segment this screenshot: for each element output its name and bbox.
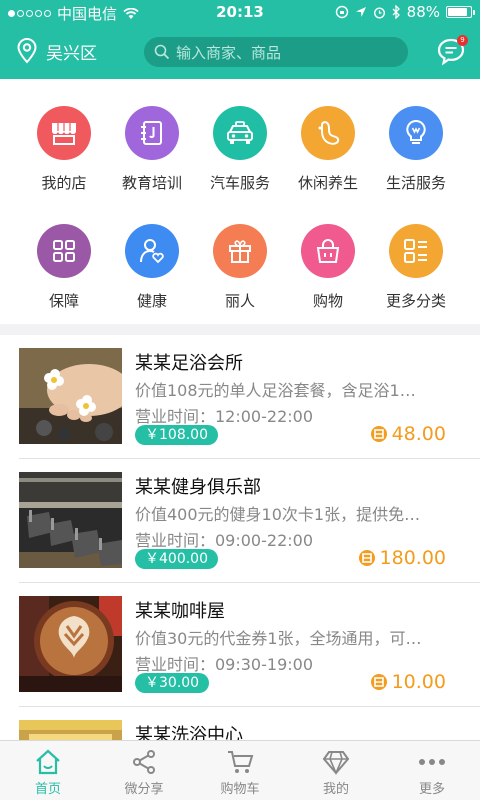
category-leisure-health[interactable]: 休闲养生 [280, 106, 376, 193]
category-label: 保障 [48, 292, 79, 310]
tab-label: 首页 [34, 782, 61, 797]
merchant-hours: 营业时间：09:30-19:00 [135, 655, 313, 674]
merchant-name: 某某咖啡屋 [135, 601, 225, 622]
merchant-image [19, 348, 122, 444]
merchant-desc: 价值400元的健身10次卡1张，提供免… [135, 505, 421, 524]
car-icon [213, 106, 267, 160]
merchant-item[interactable]: 某某咖啡屋 价值30元的代金券1张，全场通用，可… 营业时间：09:30-19:… [0, 583, 480, 707]
rotation-lock-icon [335, 5, 348, 19]
points-value: 10.00 [370, 671, 446, 693]
merchant-desc: 价值108元的单人足浴套餐，含足浴1… [135, 381, 416, 400]
merchant-item[interactable]: 某某健身俱乐部 价值400元的健身10次卡1张，提供免… 营业时间：09:00-… [0, 459, 480, 583]
location-pin-icon [17, 38, 37, 64]
points-amount: 10.00 [391, 671, 446, 693]
tab-label: 购物车 [220, 782, 260, 797]
category-car-service[interactable]: 汽车服务 [192, 106, 288, 193]
category-label: 生活服务 [385, 174, 446, 192]
location-arrow-icon [355, 7, 366, 17]
tab-share[interactable]: 微分享 [96, 741, 192, 800]
status-bar: 中国电信 20:13 88% [0, 0, 480, 24]
merchant-hours: 营业时间：09:00-22:00 [135, 531, 313, 550]
merchant-name: 某某洗浴中心 [135, 725, 243, 740]
tab-more[interactable]: 更多 [384, 741, 480, 800]
bulb-icon [389, 106, 443, 160]
category-label: 丽人 [224, 292, 255, 310]
category-label: 更多分类 [385, 292, 446, 310]
more-dots-icon [419, 759, 445, 765]
bluetooth-icon [392, 5, 400, 19]
bottom-tab-bar: 首页 微分享 购物车 我的 更多 [0, 740, 480, 800]
shop-icon [37, 106, 91, 160]
category-education[interactable]: 教育培训 [104, 106, 200, 193]
grid-icon [37, 224, 91, 278]
tab-label: 更多 [418, 782, 445, 797]
gift-icon [213, 224, 267, 278]
points-value: 180.00 [358, 547, 446, 569]
coin-icon [370, 426, 387, 442]
category-shopping[interactable]: 购物 [280, 224, 376, 311]
category-life-service[interactable]: 生活服务 [368, 106, 464, 193]
category-beauty[interactable]: 丽人 [192, 224, 288, 311]
tab-home[interactable]: 首页 [0, 741, 96, 800]
book-icon [125, 106, 179, 160]
category-label: 休闲养生 [297, 174, 358, 192]
bag-icon [301, 224, 355, 278]
message-badge: 9 [457, 35, 468, 46]
share-icon [133, 750, 155, 774]
category-health[interactable]: 健康 [104, 224, 200, 311]
merchant-list: 某某足浴会所 价值108元的单人足浴套餐，含足浴1… 营业时间：12:00-22… [0, 335, 480, 740]
category-label: 我的店 [41, 174, 87, 192]
battery-percent: 88% [406, 3, 440, 21]
merchant-desc: 价值30元的代金券1张，全场通用，可… [135, 629, 422, 648]
foot-icon [301, 106, 355, 160]
merchant-name: 某某足浴会所 [135, 353, 243, 374]
points-amount: 180.00 [379, 547, 446, 569]
more-list-icon [389, 224, 443, 278]
price-badge: ￥400.00 [135, 549, 218, 569]
merchant-item[interactable]: 某某洗浴中心 [0, 707, 480, 740]
points-value: 48.00 [370, 423, 446, 445]
home-icon [36, 749, 60, 775]
search-placeholder: 输入商家、商品 [176, 43, 282, 62]
location-selector[interactable]: 吴兴区 [16, 38, 97, 64]
cart-icon [228, 751, 254, 773]
tab-cart[interactable]: 购物车 [192, 741, 288, 800]
app-header: 中国电信 20:13 88% 吴兴区 输入商家、商品 9 [0, 0, 480, 79]
merchant-image [19, 596, 122, 692]
merchant-image [19, 472, 122, 568]
coin-icon [370, 674, 387, 690]
health-icon [125, 224, 179, 278]
category-my-shop[interactable]: 我的店 [16, 106, 112, 193]
diamond-icon [322, 751, 350, 775]
search-icon [154, 44, 170, 60]
category-label: 教育培训 [121, 174, 182, 192]
merchant-item[interactable]: 某某足浴会所 价值108元的单人足浴套餐，含足浴1… 营业时间：12:00-22… [0, 335, 480, 459]
messages-button[interactable]: 9 [436, 35, 470, 70]
points-amount: 48.00 [391, 423, 446, 445]
alarm-icon [373, 6, 385, 19]
location-label: 吴兴区 [46, 43, 97, 64]
merchant-image [19, 720, 122, 740]
price-badge: ￥30.00 [135, 673, 210, 693]
category-more[interactable]: 更多分类 [368, 224, 464, 311]
category-label: 健康 [136, 292, 167, 310]
category-label: 汽车服务 [209, 174, 270, 192]
tab-mine[interactable]: 我的 [288, 741, 384, 800]
tab-label: 微分享 [124, 782, 164, 797]
merchant-hours: 营业时间：12:00-22:00 [135, 407, 313, 426]
search-input[interactable]: 输入商家、商品 [144, 37, 408, 67]
tab-label: 我的 [322, 782, 349, 797]
merchant-name: 某某健身俱乐部 [135, 477, 261, 498]
category-insurance[interactable]: 保障 [16, 224, 112, 311]
category-grid: 我的店 教育培训 汽车服务 休闲养生 生活服务 保障 健康 丽人 购物 更多分类 [0, 79, 480, 324]
price-badge: ￥108.00 [135, 425, 218, 445]
category-label: 购物 [312, 292, 343, 310]
coin-icon [358, 550, 375, 566]
battery-icon [446, 6, 475, 18]
